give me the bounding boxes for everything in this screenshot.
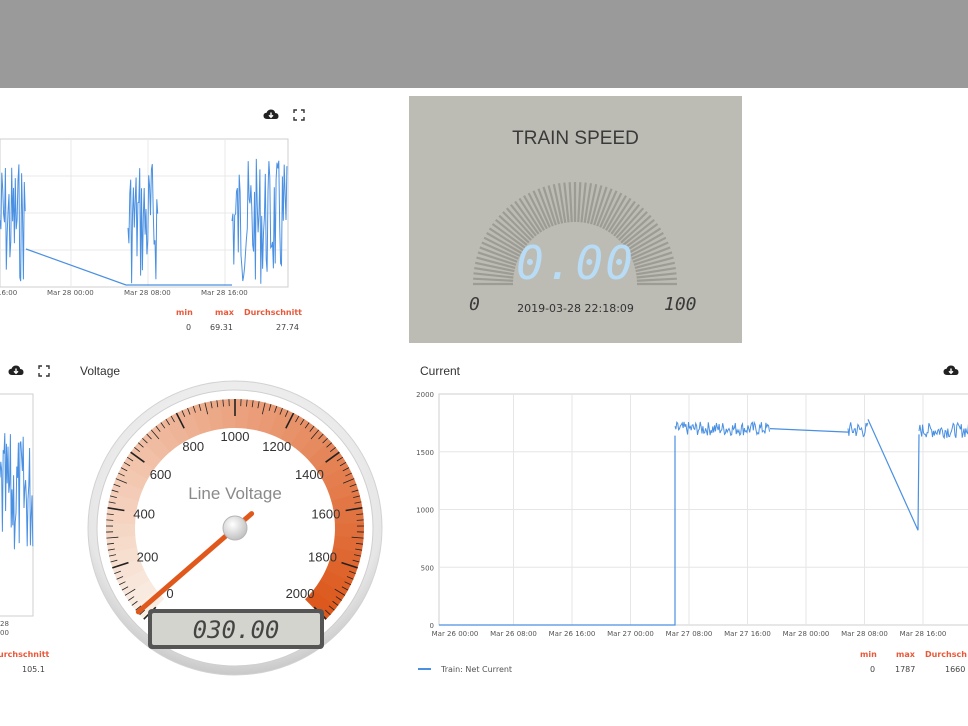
gauge-tick-label: 200 — [137, 549, 159, 564]
legend-swatch — [418, 668, 431, 670]
voltage-gauge: 0200400600800100012001400160018002000 Li… — [87, 380, 383, 676]
current-panel-title: Current — [420, 364, 461, 378]
train-speed-panel: TRAIN SPEED 0.00 0 100 2019-03-28 22:18:… — [409, 96, 742, 343]
x-tick-label: 00 — [0, 629, 9, 637]
y-tick-label: 2000 — [416, 391, 434, 399]
stat-max-label: max — [896, 650, 915, 659]
speed-value-display: 0.00 — [516, 236, 635, 290]
legend-entry[interactable]: Train: Net Current — [441, 665, 512, 674]
gauge-tick-label: 400 — [133, 507, 155, 522]
cloud-download-icon[interactable] — [263, 108, 279, 122]
x-tick-label: Mar 28 00:00 — [783, 630, 830, 638]
cloud-download-icon[interactable] — [943, 364, 959, 378]
current-chart: 0 500 1000 1500 2000 Mar 26 00:00 Mar 26 08:0… — [416, 391, 968, 638]
x-tick-label: Mar 27 08:00 — [666, 630, 713, 638]
gauge-tick-label: 600 — [150, 467, 172, 482]
x-tick-label: Mar 28 08:00 — [841, 630, 888, 638]
fullscreen-icon[interactable] — [291, 108, 307, 122]
gauge-tick-label: 1600 — [311, 507, 340, 522]
gauge-title: Line Voltage — [188, 484, 282, 503]
bottom-left-series-line — [0, 433, 34, 550]
y-tick-label: 0 — [430, 622, 434, 630]
stat-avg-value: 1660 — [945, 665, 966, 674]
speed-timestamp: 2019-03-28 22:18:09 — [517, 302, 634, 315]
y-tick-label: 1500 — [416, 449, 434, 457]
stat-max-value: 1787 — [895, 665, 916, 674]
stat-avg-value: 27.74 — [276, 323, 299, 332]
gauge-tick-label: 2000 — [286, 586, 315, 601]
stat-min-value: 0 — [870, 665, 876, 674]
stat-min-label: min — [176, 308, 193, 317]
gauge-tick-label: 1400 — [295, 467, 324, 482]
x-tick-label: Mar 28 16:00 — [201, 289, 248, 297]
stat-min-label: min — [860, 650, 877, 659]
x-tick-label: Mar 27 00:00 — [607, 630, 654, 638]
stat-avg-label: urchschnitt — [0, 650, 50, 659]
cloud-download-icon[interactable] — [8, 364, 24, 378]
x-tick-label: Mar 27 16:00 — [724, 630, 771, 638]
x-tick-label: Mar 28 00:00 — [47, 289, 94, 297]
top-left-chart-plot — [0, 138, 289, 288]
x-tick-label: 16:00 — [0, 289, 18, 297]
stat-avg-value: 105.1 — [22, 665, 45, 674]
stat-min-value: 0 — [186, 323, 192, 332]
lcd-value: 030.00 — [193, 616, 280, 644]
x-tick-label: 28 — [0, 620, 9, 628]
x-tick-label: Mar 26 00:00 — [432, 630, 479, 638]
gauge-tick-label: 800 — [182, 439, 204, 454]
gauge-tick-label: 1000 — [221, 429, 250, 444]
gauge-hub — [222, 515, 248, 541]
x-tick-label: Mar 28 08:00 — [124, 289, 171, 297]
fullscreen-icon[interactable] — [36, 364, 52, 378]
voltage-panel-title: Voltage — [80, 364, 121, 378]
gauge-tick-label: 1800 — [308, 549, 337, 564]
bottom-left-chart-plot — [0, 393, 34, 617]
stat-avg-label: Durchschnitt — [244, 308, 303, 317]
x-tick-label: Mar 26 08:00 — [490, 630, 537, 638]
stat-avg-label: Durchsch — [925, 650, 967, 659]
gauge-tick-label: 1200 — [262, 439, 291, 454]
x-tick-label: Mar 26 16:00 — [549, 630, 596, 638]
current-series-line — [439, 419, 968, 626]
y-tick-label: 500 — [421, 564, 434, 572]
stat-max-label: max — [215, 308, 234, 317]
x-tick-label: Mar 28 16:00 — [900, 630, 947, 638]
y-tick-label: 1000 — [416, 507, 434, 515]
stat-max-value: 69.31 — [210, 323, 233, 332]
top-left-series-line — [0, 158, 288, 284]
top-header-bar — [0, 0, 968, 88]
